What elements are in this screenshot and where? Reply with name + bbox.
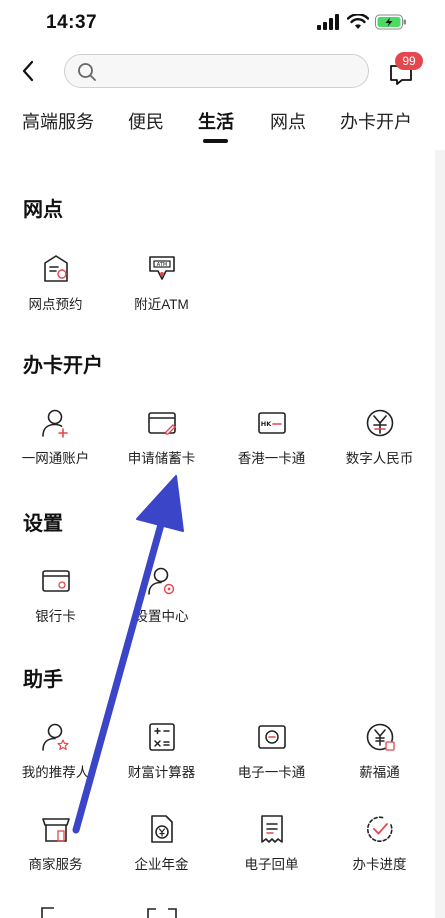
annotation-arrow [72,475,184,834]
